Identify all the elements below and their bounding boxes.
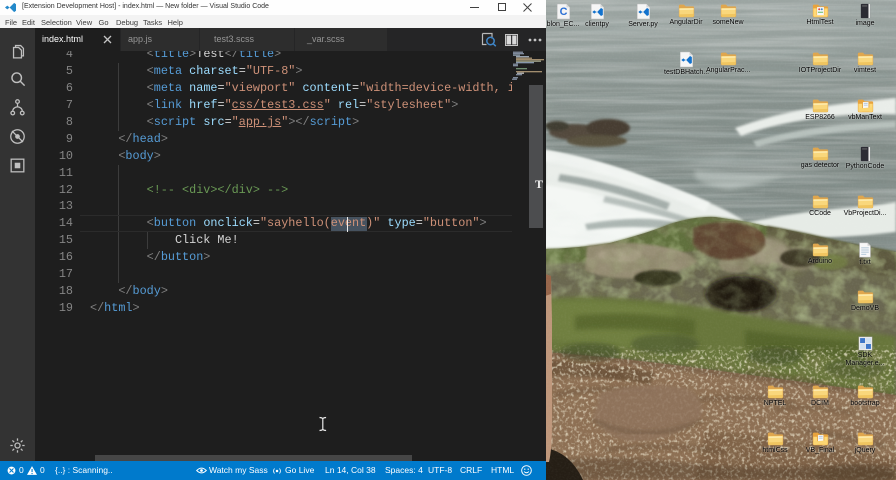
svg-text:C: C — [559, 6, 567, 18]
